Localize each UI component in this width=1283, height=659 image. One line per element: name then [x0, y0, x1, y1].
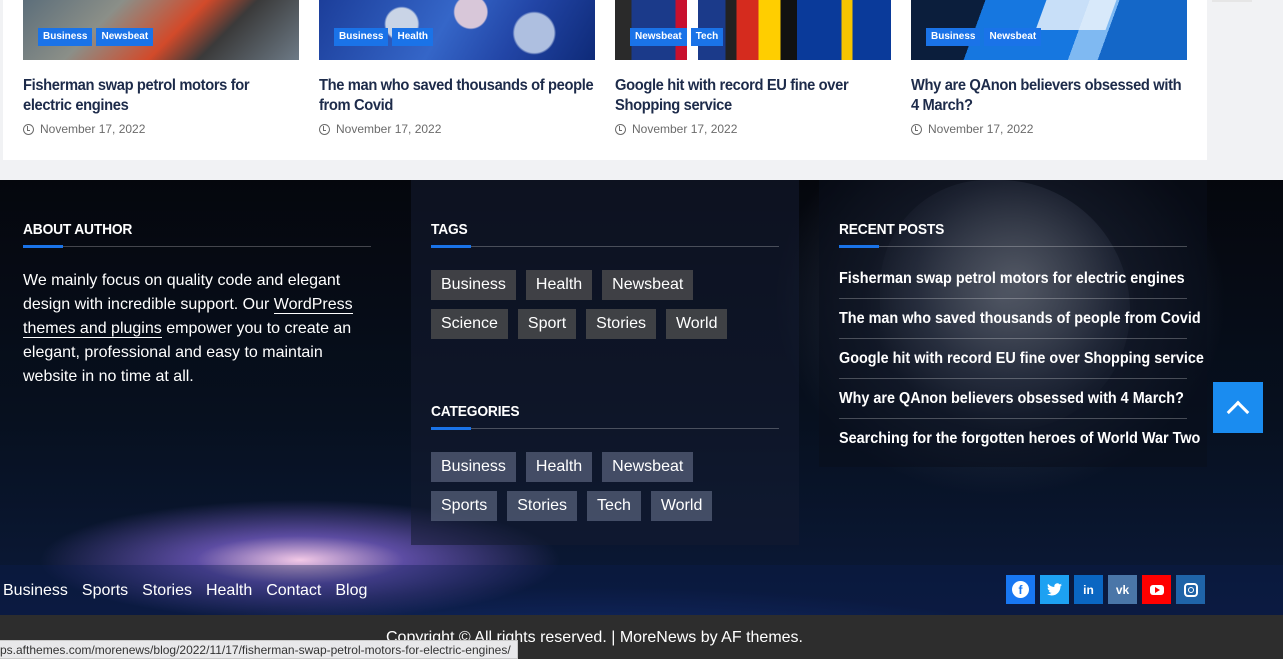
chevron-up-icon: [1226, 400, 1250, 423]
post-thumbnail[interactable]: Newsbeat Tech: [615, 0, 891, 60]
tags-categories-widget: TAGS Business Health Newsbeat Science Sp…: [411, 180, 799, 545]
post-date-text: November 17, 2022: [336, 122, 442, 136]
tag-chip[interactable]: World: [665, 309, 728, 339]
youtube-icon[interactable]: [1142, 575, 1171, 604]
recent-posts-list: Fisherman swap petrol motors for electri…: [839, 269, 1204, 458]
post-thumbnail[interactable]: Business Newsbeat: [23, 0, 299, 60]
category-chip[interactable]: World: [650, 491, 713, 521]
widget-title: CATEGORIES: [431, 402, 779, 430]
widget-title: TAGS: [431, 220, 779, 248]
footer-menu-item[interactable]: Contact: [266, 581, 321, 601]
recent-post-link[interactable]: Google hit with record EU fine over Shop…: [839, 349, 1204, 379]
footer-menu-item[interactable]: Sports: [82, 581, 128, 601]
post-date: November 17, 2022: [615, 122, 891, 136]
recent-post-link[interactable]: Fisherman swap petrol motors for electri…: [839, 269, 1187, 299]
site-footer: ABOUT AUTHOR We mainly focus on quality …: [0, 180, 1283, 615]
recent-posts-widget: RECENT POSTS Fisherman swap petrol motor…: [819, 180, 1207, 467]
tag-chip[interactable]: Business: [431, 270, 516, 300]
post-title[interactable]: Google hit with record EU fine over Shop…: [615, 76, 891, 116]
post-title[interactable]: Why are QAnon believers obsessed with 4 …: [911, 76, 1187, 116]
category-tag[interactable]: Business: [926, 28, 981, 46]
tag-chip[interactable]: Sport: [517, 309, 577, 339]
facebook-icon[interactable]: f: [1006, 575, 1035, 604]
post-date-text: November 17, 2022: [632, 122, 738, 136]
post-date: November 17, 2022: [319, 122, 595, 136]
clock-icon: [23, 123, 34, 135]
tag-chip[interactable]: Newsbeat: [602, 270, 694, 300]
widget-title: ABOUT AUTHOR: [23, 220, 371, 248]
about-author-widget: ABOUT AUTHOR We mainly focus on quality …: [23, 180, 371, 389]
post-card[interactable]: Business Newsbeat Fisherman swap petrol …: [23, 0, 299, 136]
post-card[interactable]: Business Health The man who saved thousa…: [319, 0, 595, 136]
category-chip[interactable]: Sports: [431, 491, 498, 521]
category-chip[interactable]: Business: [431, 452, 516, 482]
footer-menu-item[interactable]: Health: [206, 581, 252, 601]
about-text: We mainly focus on quality code and eleg…: [23, 272, 353, 385]
post-date-text: November 17, 2022: [928, 122, 1034, 136]
category-chip[interactable]: Newsbeat: [602, 452, 694, 482]
category-chip[interactable]: Health: [525, 452, 593, 482]
post-title[interactable]: Fisherman swap petrol motors for electri…: [23, 76, 299, 116]
category-tag[interactable]: Newsbeat: [96, 28, 154, 46]
category-chip[interactable]: Stories: [507, 491, 578, 521]
category-tag[interactable]: Business: [38, 28, 93, 46]
footer-menu-item[interactable]: Business: [3, 581, 68, 601]
scroll-to-top-button[interactable]: [1213, 382, 1263, 433]
vk-icon[interactable]: vk: [1108, 575, 1137, 604]
category-tag[interactable]: Newsbeat: [630, 28, 687, 46]
post-card[interactable]: Newsbeat Tech Google hit with record EU …: [615, 0, 891, 136]
widget-title: RECENT POSTS: [839, 220, 1187, 248]
post-thumbnail[interactable]: Business Newsbeat: [911, 0, 1187, 60]
post-date: November 17, 2022: [911, 122, 1187, 136]
footer-menu-bar: Business Sports Stories Health Contact B…: [0, 565, 1283, 615]
footer-menu-item[interactable]: Blog: [335, 581, 367, 601]
twitter-icon[interactable]: [1040, 575, 1069, 604]
post-card[interactable]: Business Newsbeat Why are QAnon believer…: [911, 0, 1187, 136]
post-title[interactable]: The man who saved thousands of people fr…: [319, 76, 595, 116]
clock-icon: [615, 123, 626, 135]
tag-chip[interactable]: Health: [525, 270, 593, 300]
panel-tab: [1212, 0, 1252, 2]
linkedin-icon[interactable]: in: [1074, 575, 1103, 604]
category-chip[interactable]: Tech: [587, 491, 641, 521]
category-tag[interactable]: Health: [392, 28, 434, 46]
category-cloud: Business Health Newsbeat Sports Stories …: [431, 452, 761, 521]
recent-post-link[interactable]: Why are QAnon believers obsessed with 4 …: [839, 389, 1187, 419]
social-links: f in vk: [1006, 575, 1205, 604]
clock-icon: [911, 123, 922, 135]
category-tag[interactable]: Newsbeat: [984, 28, 1042, 46]
post-date: November 17, 2022: [23, 122, 299, 136]
post-thumbnail[interactable]: Business Health: [319, 0, 595, 60]
clock-icon: [319, 123, 330, 135]
tag-chip[interactable]: Stories: [586, 309, 656, 339]
post-date-text: November 17, 2022: [40, 122, 146, 136]
tag-chip[interactable]: Science: [431, 309, 508, 339]
recent-post-link[interactable]: Searching for the forgotten heroes of Wo…: [839, 429, 1200, 458]
category-tag[interactable]: Tech: [690, 28, 724, 46]
browser-status-url: ps.afthemes.com/morenews/blog/2022/11/17…: [0, 640, 518, 659]
recent-post-link[interactable]: The man who saved thousands of people fr…: [839, 309, 1201, 339]
instagram-icon[interactable]: [1176, 575, 1205, 604]
footer-menu-item[interactable]: Stories: [142, 581, 192, 601]
category-tag[interactable]: Business: [334, 28, 389, 46]
tag-cloud: Business Health Newsbeat Science Sport S…: [431, 270, 761, 339]
footer-menu: Business Sports Stories Health Contact B…: [3, 581, 367, 601]
